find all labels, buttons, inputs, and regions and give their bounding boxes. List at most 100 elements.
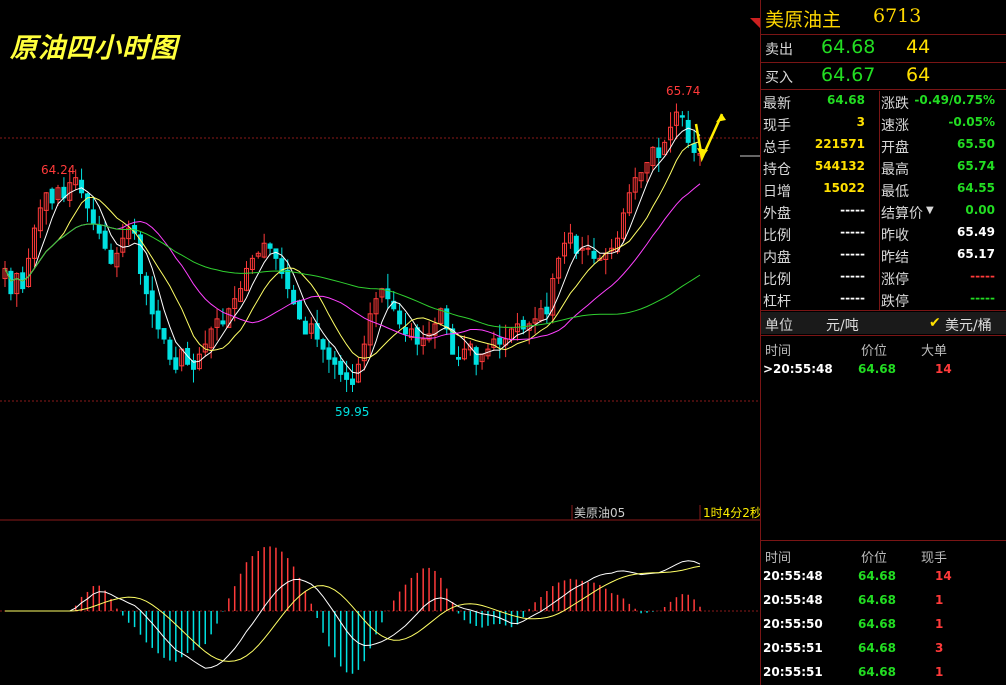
candle: [302, 320, 308, 335]
candle: [679, 115, 685, 118]
candle: [344, 372, 350, 380]
stat-value: -----: [840, 203, 865, 217]
stat-value: -----: [970, 291, 995, 305]
unit-row: 单位 元/吨 ✔ 美元/桶: [761, 312, 1006, 334]
chart-canvas[interactable]: 65.74 64.24 59.95 美原油05 1时4分2秒: [0, 0, 760, 685]
stat-value: 64.68: [827, 93, 865, 107]
stat-value: -----: [840, 247, 865, 261]
stat-row: 杠杆 ----- 跌停 -----: [761, 289, 1006, 311]
column-header: 时间: [765, 551, 792, 566]
buy-price: 64.67: [821, 64, 876, 86]
column-header: 时间: [765, 344, 792, 359]
buy-label: 买入: [765, 70, 793, 86]
candle: [403, 327, 409, 335]
chart-title: 原油四小时图: [10, 33, 178, 64]
tick-row: >20:55:48 64.68 14: [761, 360, 1006, 382]
buy-volume: 64: [906, 64, 931, 86]
unit-option-cny[interactable]: 元/吨: [826, 315, 859, 335]
stat-value: -----: [970, 269, 995, 283]
quote-header: 美原油主 6713: [761, 0, 1006, 34]
chevron-down-icon[interactable]: ▼: [926, 205, 934, 216]
column-header: 价位: [861, 551, 888, 566]
stat-label: 涨停: [881, 272, 909, 288]
tick-row: 20:55:51 64.68 1: [761, 663, 1006, 685]
tick-time: 20:55:48: [763, 593, 823, 607]
candle: [520, 319, 526, 330]
candle: [338, 360, 344, 375]
contract-name: 美原油主: [765, 9, 842, 31]
stat-value: 221571: [814, 137, 865, 151]
stat-value: 65.17: [957, 247, 995, 261]
candle: [544, 306, 550, 315]
tick-time: 20:55:51: [763, 641, 823, 655]
unit-option-usd[interactable]: 美元/桶: [945, 315, 992, 335]
stat-row: 持仓 544132 最高 65.74: [761, 157, 1006, 179]
stat-label: 杠杆: [763, 294, 791, 310]
candle: [155, 310, 161, 330]
stat-value: 3: [856, 115, 865, 129]
tick-volume: 1: [935, 665, 944, 679]
column-header: 价位: [861, 344, 888, 359]
tick-volume: 1: [935, 617, 944, 631]
stat-row: 最新 64.68 涨跌 -0.49/0.75%: [761, 91, 1006, 113]
stat-row: 内盘 ----- 昨结 65.17: [761, 245, 1006, 267]
ma60-line: [4, 223, 701, 328]
tick-price: 64.68: [858, 665, 896, 679]
tick-volume: 1: [935, 593, 944, 607]
candle: [90, 209, 96, 224]
stat-value: -----: [840, 291, 865, 305]
candle: [320, 339, 326, 350]
column-header: 大单: [921, 344, 948, 359]
tick-row: 20:55:50 64.68 1: [761, 615, 1006, 637]
candle: [79, 179, 85, 194]
stat-value: 65.49: [957, 225, 995, 239]
candle: [296, 300, 302, 320]
check-icon: ✔: [929, 315, 941, 331]
candle: [8, 270, 14, 295]
stat-row: 日增 15022 最低 64.55: [761, 179, 1006, 201]
candle: [585, 247, 591, 250]
stat-value: 544132: [814, 159, 865, 173]
candle: [456, 357, 462, 360]
tick-time: 20:55:51: [763, 665, 823, 679]
candle: [691, 143, 697, 153]
candle: [326, 347, 332, 360]
tick-row: 20:55:48 64.68 1: [761, 591, 1006, 613]
stat-label: 涨跌: [881, 96, 909, 112]
corner-marker: [750, 18, 760, 28]
candle: [167, 339, 173, 360]
stat-value: 65.50: [957, 137, 995, 151]
candle: [414, 327, 420, 345]
stat-label: 持仓: [763, 162, 791, 178]
stat-row: 比例 ----- 涨停 -----: [761, 267, 1006, 289]
candle: [685, 119, 691, 143]
quote-panel: 美原油主 6713 卖出 64.68 44 买入 64.67 64 最新 64.6…: [760, 0, 1006, 685]
candle: [84, 193, 90, 209]
price-chart[interactable]: 65.74 64.24 59.95 美原油05 1时4分2秒 原油四小时图: [0, 0, 760, 685]
candle: [102, 230, 108, 249]
stat-label: 外盘: [763, 206, 791, 222]
sell-label: 卖出: [765, 42, 793, 58]
candle: [573, 235, 579, 254]
tick-time: >20:55:48: [763, 362, 833, 376]
tick-row: 20:55:48 64.68 14: [761, 567, 1006, 589]
stat-value: -0.05%: [948, 115, 995, 129]
stat-label: 速涨: [881, 118, 909, 134]
stat-label: 比例: [763, 272, 791, 288]
stat-row: 比例 ----- 昨收 65.49: [761, 223, 1006, 245]
swing-high-label: 64.24: [41, 163, 75, 177]
stat-value: 15022: [823, 181, 865, 195]
sell-price: 64.68: [821, 36, 876, 58]
tick-volume: 14: [935, 569, 952, 583]
candle: [397, 310, 403, 325]
tick-time: 20:55:48: [763, 569, 823, 583]
stat-label: 开盘: [881, 140, 909, 156]
stat-row: 外盘 ----- 结算价 0.00 ▼: [761, 201, 1006, 223]
stat-label: 结算价: [881, 206, 923, 222]
candle: [591, 250, 597, 259]
contract-code: 6713: [873, 5, 922, 27]
candle: [656, 147, 662, 158]
high-price-label: 65.74: [666, 84, 700, 98]
tick-price: 64.68: [858, 641, 896, 655]
stat-label: 日增: [763, 184, 791, 200]
